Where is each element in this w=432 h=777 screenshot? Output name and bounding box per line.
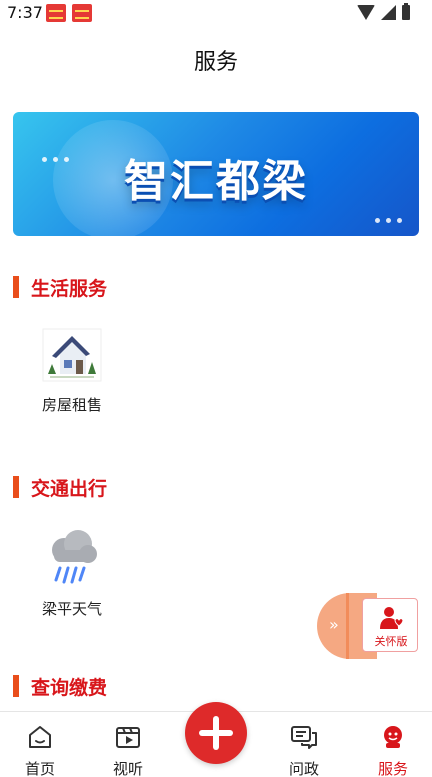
nav-label: 视听	[112, 760, 143, 777]
status-bar: 7:37	[0, 0, 432, 26]
banner-dot	[397, 218, 402, 223]
nav-label: 服务	[377, 760, 408, 777]
nav-item-service[interactable]: 服务	[363, 724, 423, 777]
section-title-text: 交通出行	[31, 477, 108, 500]
chat-icon	[291, 726, 317, 749]
double-chevron-icon: »	[329, 615, 339, 634]
care-mode-label: 关怀版	[374, 635, 408, 648]
page-title: 服务	[193, 50, 238, 75]
video-icon	[116, 727, 140, 748]
signal-icon	[381, 5, 396, 20]
wifi-icon	[357, 5, 375, 20]
service-item-label: 梁平天气	[41, 600, 102, 618]
care-mode-button[interactable]: 关怀版	[362, 598, 418, 652]
nav-label: 首页	[24, 760, 55, 777]
battery-icon	[402, 3, 410, 20]
banner-title: 智汇都梁	[124, 156, 308, 207]
nav-item-video[interactable]: 视听	[98, 724, 158, 777]
house-icon	[42, 328, 102, 382]
section-title: 生活服务	[13, 276, 108, 300]
care-person-icon	[380, 607, 403, 629]
nav-item-inquiry[interactable]: 问政	[274, 724, 334, 777]
system-icons	[357, 3, 410, 20]
service-item-house[interactable]: 房屋租售	[27, 328, 117, 415]
rain-cloud-icon	[52, 530, 97, 584]
section-title-text: 查询缴费	[31, 676, 108, 699]
section-bar	[13, 276, 19, 298]
section-bar	[13, 476, 19, 498]
banner[interactable]: 智汇都梁	[13, 112, 419, 236]
section-bar	[13, 675, 19, 697]
service-item-weather[interactable]: 梁平天气	[27, 526, 117, 619]
banner-dot	[386, 218, 391, 223]
nav-label: 问政	[288, 760, 319, 777]
notification-icon	[46, 4, 66, 22]
banner-dot	[375, 218, 380, 223]
home-icon	[29, 726, 51, 748]
section-title: 查询缴费	[13, 675, 108, 699]
notification-icon	[72, 4, 92, 22]
service-icon	[384, 726, 402, 748]
float-divider	[346, 593, 349, 659]
nav-item-home[interactable]: 首页	[10, 724, 70, 777]
status-time: 7:37	[7, 3, 43, 22]
service-item-label: 房屋租售	[41, 396, 102, 414]
section-title: 交通出行	[13, 476, 108, 500]
publish-plus-button[interactable]	[185, 702, 247, 764]
section-title-text: 生活服务	[31, 277, 108, 300]
